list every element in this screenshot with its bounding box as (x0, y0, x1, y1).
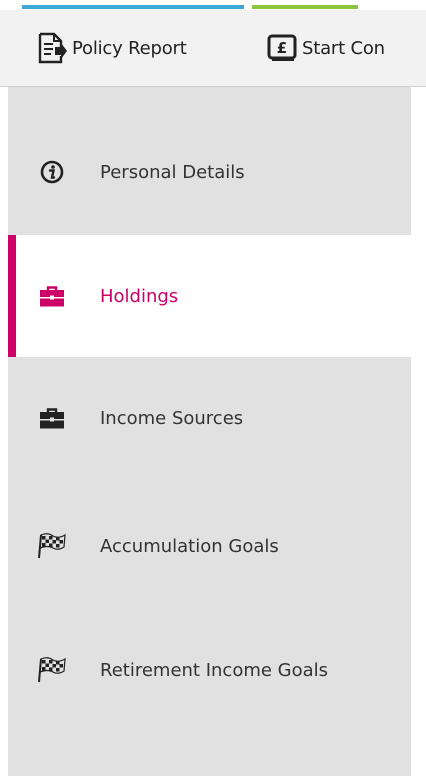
start-con-label: Start Con (302, 37, 385, 59)
page-left-edge (0, 87, 8, 776)
sidebar-item-label: Holdings (100, 285, 179, 307)
sidebar-nav: Personal Details Holdings Income Sources… (8, 87, 426, 776)
start-con-button[interactable]: £ Start Con (262, 30, 385, 66)
sidebar-item-accumulation-goals[interactable]: Accumulation Goals (8, 485, 411, 607)
toolbar: Policy Report £ Start Con (0, 10, 426, 87)
policy-report-button[interactable]: Policy Report (32, 30, 187, 66)
pound-box-icon: £ (262, 30, 302, 66)
briefcase-icon (26, 402, 78, 434)
sidebar-item-holdings[interactable]: Holdings (8, 235, 426, 357)
sidebar-item-label: Accumulation Goals (100, 535, 279, 557)
sidebar-item-income-sources[interactable]: Income Sources (8, 357, 411, 479)
app-window: Policy Report £ Start Con Personal Detai… (0, 0, 426, 776)
info-icon (26, 156, 78, 188)
policy-report-label: Policy Report (72, 37, 187, 59)
active-indicator (8, 235, 16, 357)
sidebar-item-label: Retirement Income Goals (100, 659, 329, 681)
top-accent-strip (0, 0, 426, 10)
checkered-flag-icon (26, 654, 78, 686)
document-arrow-icon (32, 30, 72, 66)
checkered-flag-icon (26, 530, 78, 562)
briefcase-icon (26, 280, 78, 312)
sidebar-item-retirement-income-goals[interactable]: Retirement Income Goals (8, 609, 411, 731)
sidebar-item-personal-details[interactable]: Personal Details (8, 111, 411, 233)
tab-accent-blue[interactable] (22, 5, 244, 9)
tab-accent-green[interactable] (252, 5, 358, 9)
sidebar-item-label: Personal Details (100, 161, 245, 183)
sidebar-item-label: Income Sources (100, 407, 244, 429)
svg-text:£: £ (277, 39, 287, 57)
